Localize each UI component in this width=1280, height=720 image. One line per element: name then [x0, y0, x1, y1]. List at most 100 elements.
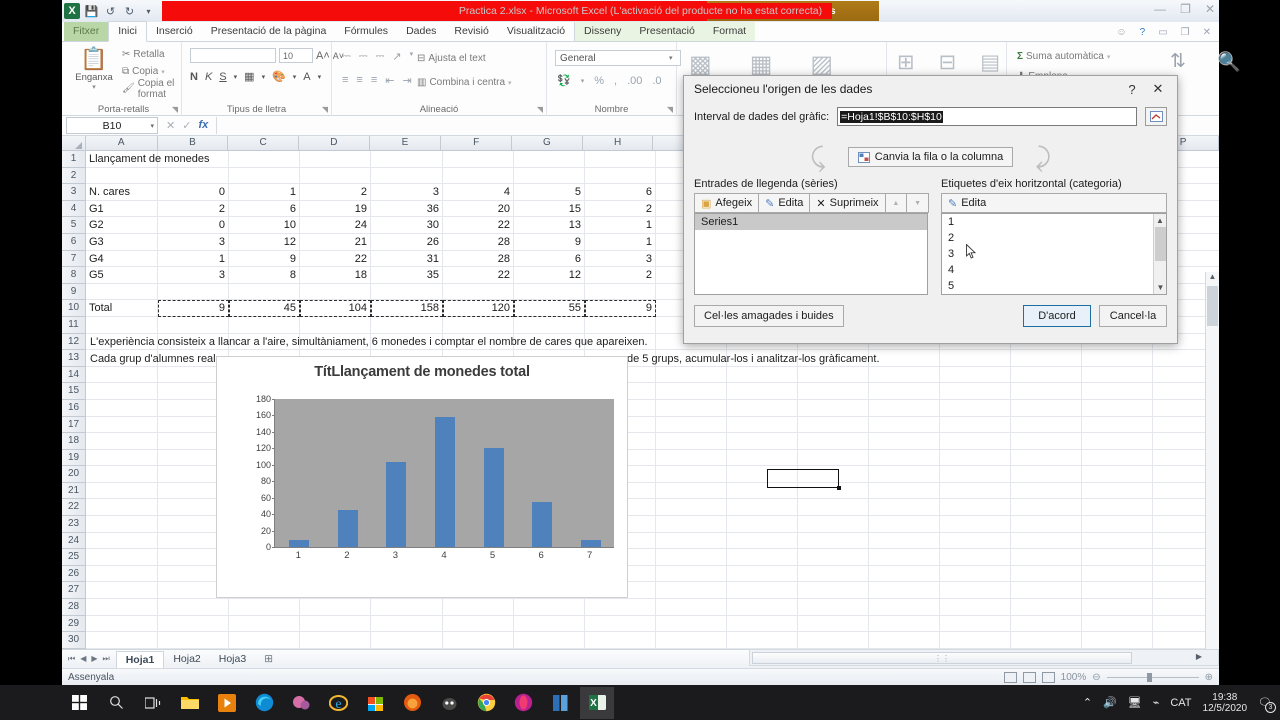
cell-L22[interactable]	[869, 499, 940, 517]
horizontal-scroll-thumb[interactable]: ⋮⋮	[752, 652, 1132, 664]
zoom-out-icon[interactable]: ⊖	[1092, 672, 1100, 683]
cell-M28[interactable]	[940, 599, 1011, 616]
cell-M25[interactable]	[940, 549, 1011, 566]
edit-series-button[interactable]: ✎ Edita	[758, 193, 811, 213]
cell-G29[interactable]	[514, 615, 585, 633]
cell-A8[interactable]: G5	[86, 267, 158, 284]
name-box-dropdown-icon[interactable]: ▾	[150, 122, 154, 130]
gimp-icon[interactable]	[432, 687, 466, 719]
normal-view-icon[interactable]	[1003, 672, 1017, 683]
cell-K17[interactable]	[798, 416, 869, 434]
ok-button[interactable]: D'acord	[1023, 305, 1091, 327]
autosum-button[interactable]: Σ Suma automàtica ▾	[1017, 48, 1110, 65]
cell-F29[interactable]	[443, 615, 514, 633]
cell-A19[interactable]	[86, 449, 158, 467]
cell-K30[interactable]	[798, 632, 869, 649]
add-series-button[interactable]: ▣ Afegeix	[694, 193, 760, 213]
cell-G8[interactable]: 12	[514, 267, 585, 284]
cell-D1[interactable]	[300, 151, 371, 168]
orientation-dropdown-icon[interactable]: ▾	[410, 50, 414, 63]
excel-icon[interactable]: X	[580, 686, 614, 719]
cell-K19[interactable]	[798, 449, 869, 467]
row-header-17[interactable]: 17	[62, 416, 86, 434]
taskbar-items[interactable]: e X	[0, 686, 614, 719]
grow-font-icon[interactable]: A˄	[316, 50, 330, 62]
cell-G28[interactable]	[514, 599, 585, 616]
cell-G2[interactable]	[514, 167, 585, 185]
cell-N17[interactable]	[1011, 416, 1082, 434]
font-color-dropdown-icon[interactable]: ▾	[318, 73, 322, 81]
copy-dropdown-icon[interactable]: ▾	[161, 68, 165, 76]
cell-B8[interactable]: 3	[158, 267, 229, 284]
cell-H11[interactable]	[585, 316, 656, 334]
cell-L16[interactable]	[869, 399, 940, 417]
cell-A2[interactable]	[86, 167, 158, 185]
cell-K22[interactable]	[798, 499, 869, 517]
number-format-dropdown-icon[interactable]: ▾	[669, 54, 673, 62]
column-header-h[interactable]: H	[583, 136, 654, 150]
align-center-icon[interactable]: ≡	[356, 74, 362, 87]
row-header-23[interactable]: 23	[62, 516, 86, 533]
cell-N29[interactable]	[1011, 615, 1082, 633]
windows-taskbar[interactable]: e X ⌃ 🔊 🖥 ⌁ CAT 19:38 12/5/2020 🗨 3	[0, 685, 1280, 720]
cell-L28[interactable]	[869, 599, 940, 616]
task-view-icon[interactable]	[136, 687, 170, 719]
cell-M17[interactable]	[940, 416, 1011, 434]
cell-J17[interactable]	[727, 416, 798, 434]
cell-L19[interactable]	[869, 449, 940, 467]
cell-I18[interactable]	[656, 433, 727, 450]
cell-N27[interactable]	[1011, 582, 1082, 600]
cell-N30[interactable]	[1011, 632, 1082, 649]
cell-D3[interactable]: 2	[300, 184, 371, 201]
cell-J18[interactable]	[727, 433, 798, 450]
smiley-feedback-icon[interactable]: ☺	[1116, 27, 1126, 38]
cell-G11[interactable]	[514, 316, 585, 334]
cell-A7[interactable]: G4	[86, 250, 158, 268]
cell-I26[interactable]	[656, 565, 727, 583]
cell-I14[interactable]	[656, 366, 727, 384]
cell-J16[interactable]	[727, 399, 798, 417]
cell-B30[interactable]	[158, 632, 229, 649]
cell-O20[interactable]	[1082, 466, 1153, 483]
cell-O13[interactable]	[1082, 350, 1153, 367]
cell-M21[interactable]	[940, 482, 1011, 500]
cell-D7[interactable]: 22	[300, 250, 371, 268]
borders-dropdown-icon[interactable]: ▾	[262, 73, 266, 81]
wrap-text-button[interactable]: ⊟ Ajusta el text	[417, 50, 486, 67]
restore-window-icon[interactable]: ❐	[1181, 27, 1190, 38]
cell-D10[interactable]: 104	[300, 300, 371, 317]
cell-B9[interactable]	[158, 283, 229, 301]
cell-A9[interactable]	[86, 283, 158, 301]
delete-cells-icon[interactable]: ⊟	[939, 50, 957, 75]
microsoft-store-icon[interactable]	[358, 687, 392, 719]
cell-L24[interactable]	[869, 532, 940, 550]
cell-O29[interactable]	[1082, 615, 1153, 633]
category-list-scrollbar[interactable]: ▲ ▼	[1153, 214, 1166, 294]
cell-J24[interactable]	[727, 532, 798, 550]
cell-E10[interactable]: 158	[371, 300, 443, 317]
cell-N21[interactable]	[1011, 482, 1082, 500]
font-size-input[interactable]: 10	[279, 48, 313, 63]
row-header-24[interactable]: 24	[62, 532, 86, 550]
clipboard-dialog-launcher[interactable]: ◥	[172, 105, 178, 114]
cell-G5[interactable]: 13	[514, 217, 585, 234]
cell-A15[interactable]	[86, 383, 158, 400]
cell-K15[interactable]	[798, 383, 869, 400]
chart-bar-5[interactable]	[483, 448, 504, 547]
italic-button[interactable]: K	[205, 71, 212, 83]
cell-A27[interactable]	[86, 582, 158, 600]
customize-qat-icon[interactable]: ▾	[141, 4, 156, 19]
cell-N18[interactable]	[1011, 433, 1082, 450]
cell-O21[interactable]	[1082, 482, 1153, 500]
cell-B3[interactable]: 0	[158, 184, 229, 201]
cell-K14[interactable]	[798, 366, 869, 384]
cell-D30[interactable]	[300, 632, 371, 649]
table-row[interactable]	[86, 599, 1219, 616]
row-header-26[interactable]: 26	[62, 565, 86, 583]
cell-D28[interactable]	[300, 599, 371, 616]
cell-I24[interactable]	[656, 532, 727, 550]
tab-presentacio[interactable]: Presentació	[630, 22, 704, 41]
cell-O23[interactable]	[1082, 516, 1153, 533]
cell-O25[interactable]	[1082, 549, 1153, 566]
cell-K23[interactable]	[798, 516, 869, 533]
